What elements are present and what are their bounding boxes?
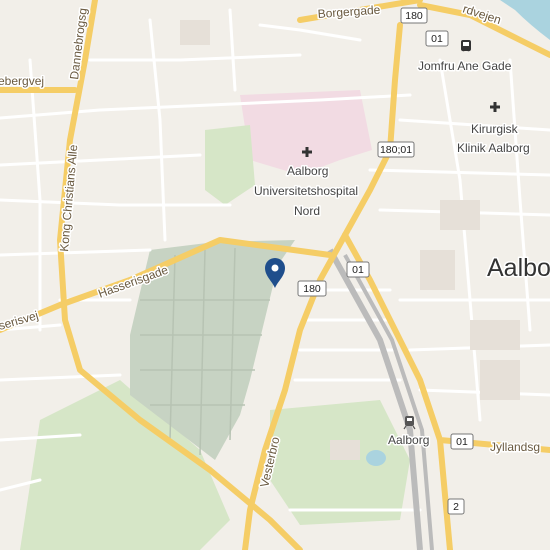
- city-label-aalborg: Aalborg: [487, 254, 550, 282]
- svg-text:01: 01: [431, 33, 443, 45]
- poi-label-jomfru-ane-gade: Jomfru Ane Gade: [418, 59, 512, 73]
- road-shield-01-top: 01: [425, 30, 449, 47]
- poi-label-hospital-aalborg: Aalborg: [287, 164, 328, 178]
- map-canvas[interactable]: Borgergade rdvejen Dannebrogsg ebergvej …: [0, 0, 550, 550]
- street-label-jyllandsgade: Jyllandsg: [490, 440, 540, 454]
- poi-label-klinik-aalborg: Klinik Aalborg: [457, 141, 530, 155]
- svg-text:180: 180: [405, 10, 423, 22]
- svg-text:01: 01: [352, 264, 364, 276]
- street-label-bergvej: ebergvej: [0, 74, 44, 88]
- road-shield-01-mid: 01: [346, 261, 370, 278]
- svg-text:2: 2: [453, 501, 459, 513]
- road-shield-180-mid: 180: [297, 280, 327, 297]
- poi-label-kirurgisk: Kirurgisk: [471, 122, 519, 136]
- pond: [366, 450, 386, 466]
- poi-label-universitetshospital: Universitetshospital: [254, 184, 358, 198]
- road-shield-2: 2: [447, 498, 465, 515]
- bus-icon[interactable]: [461, 40, 471, 52]
- road-shield-01-bottom: 01: [450, 433, 474, 450]
- poi-label-station-aalborg: Aalborg: [388, 433, 429, 447]
- svg-text:180;01: 180;01: [380, 144, 412, 156]
- road-shield-180-01: 180;01: [377, 141, 415, 158]
- svg-text:01: 01: [456, 436, 468, 448]
- svg-text:180: 180: [303, 283, 321, 295]
- poi-label-nord: Nord: [294, 204, 320, 218]
- road-shield-180-top: 180: [400, 7, 428, 24]
- park-center: [270, 400, 410, 525]
